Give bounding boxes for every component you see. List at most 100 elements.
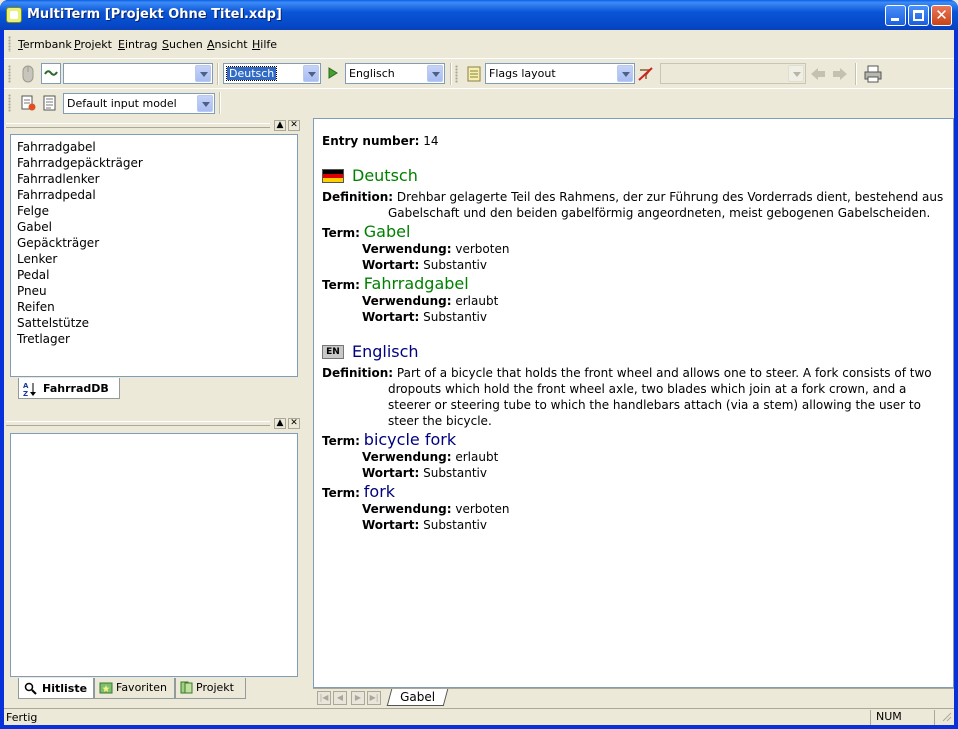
print-icon[interactable] [864, 65, 882, 83]
num-lock-indicator: NUM [870, 710, 934, 725]
layout-select[interactable]: Flags layout [485, 63, 635, 84]
filter-off-icon[interactable] [638, 66, 654, 82]
minimize-button[interactable] [885, 5, 906, 26]
usage-value: verboten [455, 502, 510, 516]
term-listbox[interactable]: Fahrradgabel Fahrradgepäckträger Fahrradle… [10, 134, 298, 377]
usage-value: erlaubt [455, 294, 499, 308]
pane-close-button[interactable]: ✕ [288, 120, 300, 131]
pane-restore-button[interactable]: ▲ [274, 120, 286, 131]
maximize-button[interactable] [908, 5, 929, 26]
last-tab-button[interactable]: ▶| [367, 691, 381, 705]
pane-grip-bar[interactable] [6, 421, 270, 426]
term-list-item[interactable]: Sattelstütze [17, 315, 143, 331]
search-input[interactable] [63, 63, 213, 84]
term-list-item[interactable]: Pneu [17, 283, 143, 299]
term-label: Term: [322, 486, 360, 500]
term-list-item[interactable]: Fahrradlenker [17, 171, 143, 187]
new-entry-icon[interactable] [20, 95, 36, 111]
entry-number-value: 14 [423, 134, 439, 148]
input-model-select[interactable]: Default input model [63, 93, 215, 114]
menubar-grip[interactable] [8, 36, 11, 52]
term-list-item[interactable]: Fahrradgabel [17, 139, 143, 155]
toolbar-separator [855, 63, 857, 85]
term-list-item[interactable]: Reifen [17, 299, 143, 315]
german-definition-line: Definition: Drehbar gelagerte Teil des R… [322, 190, 943, 204]
german-term[interactable]: Fahrradgabel [364, 274, 469, 293]
search-dropdown-icon[interactable] [195, 65, 211, 82]
target-language-select[interactable]: Englisch [345, 63, 445, 84]
resize-grip[interactable] [934, 710, 954, 725]
english-term[interactable]: bicycle fork [364, 430, 456, 449]
target-language-dropdown-icon[interactable] [427, 65, 443, 82]
main-toolbar: Deutsch Englisch Flags layout [4, 58, 954, 88]
tab-favoriten[interactable]: Favoriten [94, 678, 175, 699]
term-list-item[interactable]: Fahrradgepäckträger [17, 155, 143, 171]
term-list-item[interactable]: Gepäckträger [17, 235, 143, 251]
menu-eintrag[interactable]: Eintrag [118, 38, 158, 51]
hitlist-listbox[interactable] [10, 433, 298, 677]
toolbar-grip[interactable] [8, 65, 11, 83]
term-list-item[interactable]: Lenker [17, 251, 143, 267]
tab-projekt[interactable]: Projekt [175, 678, 246, 699]
toolbar-separator [450, 63, 452, 85]
term-list-item[interactable]: Pedal [17, 267, 143, 283]
term-list: Fahrradgabel Fahrradgepäckträger Fahrradle… [17, 139, 143, 347]
term-list-item[interactable]: Felge [17, 203, 143, 219]
pane-close-button[interactable]: ✕ [288, 418, 300, 429]
term-list-item[interactable]: Tretlager [17, 331, 143, 347]
menu-hilfe[interactable]: Hilfe [252, 38, 277, 51]
sort-az-icon: A Z [23, 382, 36, 397]
toolbar-grip[interactable] [8, 94, 11, 112]
menu-hilfe-label: ilfe [260, 38, 278, 51]
svg-text:A: A [23, 382, 29, 390]
source-language-dropdown-icon[interactable] [303, 65, 319, 82]
app-window: MultiTerm [Projekt Ohne Titel.xdp] ✕ Ter… [0, 0, 958, 729]
english-term-line: Term: fork [322, 482, 395, 501]
pane-restore-button[interactable]: ▲ [274, 418, 286, 429]
usage-label: Verwendung: [362, 294, 452, 308]
first-tab-button[interactable]: |◀ [317, 691, 331, 705]
usage-label: Verwendung: [362, 242, 452, 256]
term-list-item[interactable]: Fahrradpedal [17, 187, 143, 203]
tab-hitliste[interactable]: Hitliste [18, 678, 94, 699]
toolbar-grip[interactable] [455, 65, 458, 83]
german-term-pos: Wortart: Substantiv [362, 258, 487, 272]
menu-termbank-label: ermbank [22, 38, 72, 51]
german-term[interactable]: Gabel [364, 222, 411, 241]
forward-arrow-icon [833, 68, 847, 80]
play-icon[interactable] [328, 67, 338, 79]
menu-projekt[interactable]: Projekt [74, 38, 112, 51]
title-bar[interactable]: MultiTerm [Projekt Ohne Titel.xdp] ✕ [0, 0, 958, 30]
layout-dropdown-icon[interactable] [617, 65, 633, 82]
mouse-icon[interactable] [20, 65, 36, 83]
pos-label: Wortart: [362, 310, 420, 324]
document-tab[interactable]: Gabel [386, 689, 449, 706]
english-term-line: Term: bicycle fork [322, 430, 456, 449]
english-term-pos: Wortart: Substantiv [362, 466, 487, 480]
tab-fahrraddb[interactable]: A Z FahrradDB [18, 378, 120, 399]
close-button[interactable]: ✕ [931, 5, 952, 26]
term-label: Term: [322, 434, 360, 448]
input-model-dropdown-icon[interactable] [197, 95, 213, 112]
english-definition-text: Part of a bicycle that holds the front w… [396, 366, 932, 380]
english-term[interactable]: fork [364, 482, 395, 501]
menu-suchen[interactable]: Suchen [162, 38, 203, 51]
german-term-line: Term: Fahrradgabel [322, 274, 469, 293]
english-flag-icon: EN [322, 345, 344, 359]
source-language-select[interactable]: Deutsch [223, 63, 321, 84]
status-bar: Fertig NUM [4, 708, 954, 725]
entry-view[interactable]: Entry number: 14 Deutsch Definition: Dre… [313, 118, 954, 688]
pos-value: Substantiv [423, 310, 487, 324]
search-mode-button[interactable] [41, 63, 61, 84]
next-tab-button[interactable]: ▶ [351, 691, 365, 705]
document-tab-bar: |◀ ◀ ▶ ▶| Gabel [313, 688, 954, 706]
term-list-item[interactable]: Gabel [17, 219, 143, 235]
tab-fahrraddb-label: FahrradDB [43, 382, 109, 395]
pane-grip-bar[interactable] [6, 123, 270, 128]
edit-entry-icon[interactable] [42, 95, 58, 111]
layout-icon[interactable] [466, 66, 482, 82]
menu-termbank[interactable]: Termbank [18, 38, 72, 51]
filter-select [660, 63, 806, 84]
prev-tab-button[interactable]: ◀ [333, 691, 347, 705]
menu-ansicht[interactable]: Ansicht [207, 38, 248, 51]
